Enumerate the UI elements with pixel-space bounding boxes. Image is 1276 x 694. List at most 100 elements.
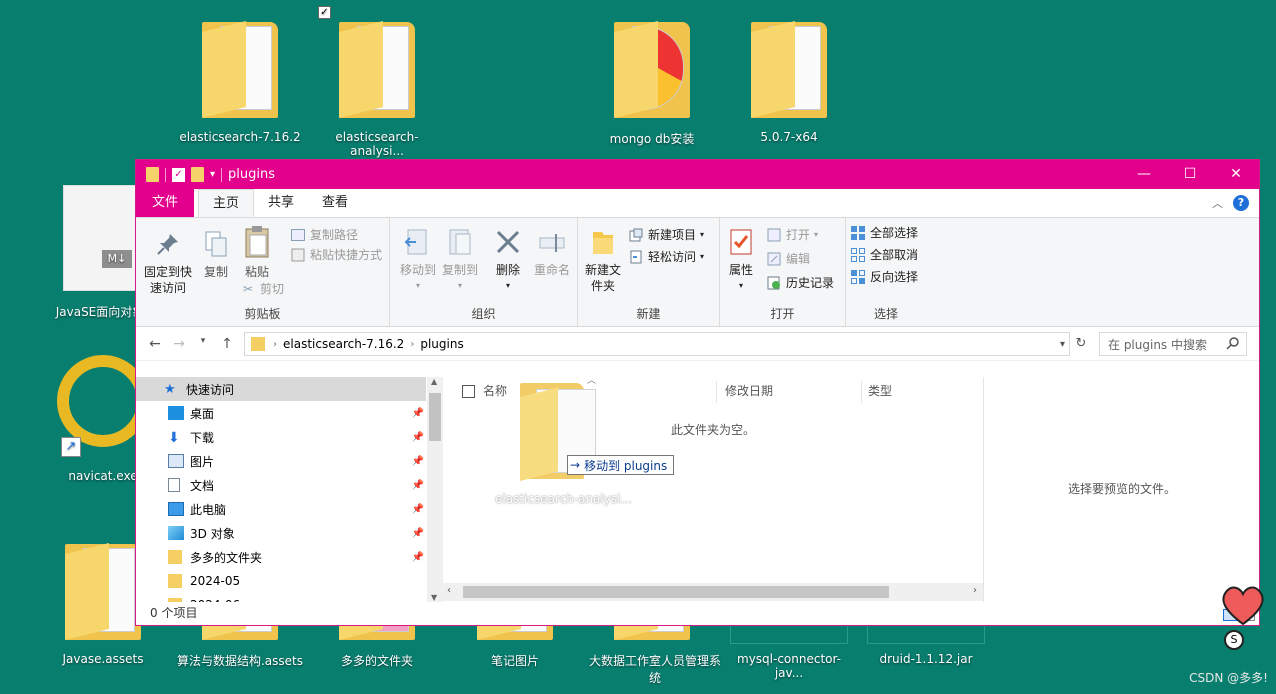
column-header-name[interactable]: 名称 <box>483 377 507 403</box>
move-to-button[interactable]: 移动到 ▾ <box>396 226 440 294</box>
select-none-button[interactable]: 全部取消 <box>850 246 918 263</box>
easy-access-button[interactable]: 轻松访问 ▾ <box>628 248 704 265</box>
properties-icon[interactable]: ✓ <box>172 167 185 182</box>
select-all-checkbox[interactable] <box>462 385 475 398</box>
scroll-left-icon[interactable]: ‹ <box>447 585 451 596</box>
properties-label: 属性 <box>728 263 753 277</box>
column-header-type[interactable]: 类型 <box>868 377 892 403</box>
desktop-folder-mongodb[interactable]: mongo db安装 <box>587 18 717 147</box>
paste-button[interactable]: 粘贴 <box>238 224 276 280</box>
nav-item-2024-05[interactable]: 2024-05 <box>136 569 426 593</box>
rename-label: 重命名 <box>533 263 570 277</box>
scroll-right-icon[interactable]: › <box>973 585 977 596</box>
open-button[interactable]: 打开 ▾ <box>766 226 818 243</box>
forward-arrow-icon[interactable]: → <box>170 336 188 352</box>
nav-item-pictures[interactable]: 图片 📌 <box>136 449 426 473</box>
collapse-ribbon-icon[interactable]: ︿ <box>1212 195 1223 211</box>
cut-button[interactable]: ✂ 剪切 <box>240 280 284 297</box>
new-folder-button[interactable]: 新建文件夹 <box>582 226 624 294</box>
open-icon <box>766 227 782 243</box>
scrollbar-thumb[interactable] <box>463 586 889 598</box>
folder-icon <box>251 337 265 351</box>
breadcrumb-item[interactable]: elasticsearch-7.16.2 <box>283 337 404 351</box>
new-item-icon <box>628 227 644 243</box>
download-icon: ⬇ <box>168 430 180 446</box>
nav-item-this-pc[interactable]: 此电脑 📌 <box>136 497 426 521</box>
chevron-down-icon[interactable]: ▾ <box>210 169 215 180</box>
search-input[interactable]: 在 plugins 中搜索 <box>1099 332 1247 356</box>
select-all-button[interactable]: 全部选择 <box>850 224 918 241</box>
nav-pane-scrollbar[interactable]: ▲ ▼ <box>427 377 443 602</box>
chevron-down-icon[interactable]: ▾ <box>1060 339 1065 350</box>
desktop-icon-label: JavaSE面向对象 <box>55 305 145 319</box>
delete-label: 删除 <box>495 263 520 277</box>
up-arrow-icon[interactable]: ↑ <box>218 336 236 352</box>
chevron-right-icon[interactable]: › <box>410 339 414 350</box>
help-icon[interactable]: ? <box>1233 195 1249 211</box>
desktop-icon-label: 大数据工作室人员管理系统 <box>588 654 721 685</box>
column-header-modified[interactable]: 修改日期 <box>725 377 773 403</box>
new-folder-icon <box>587 226 619 258</box>
delete-icon <box>492 226 524 258</box>
back-arrow-icon[interactable]: ← <box>146 336 164 352</box>
desktop-folder-5-0-7-x64[interactable]: 5.0.7-x64 <box>724 18 854 144</box>
scroll-up-icon[interactable]: ▲ <box>431 377 437 386</box>
ribbon-group-new: 新建文件夹 新建项目 ▾ 轻松访问 ▾ 新建 <box>578 218 720 326</box>
rename-icon <box>536 226 568 258</box>
nav-item-label: 下载 <box>190 430 215 445</box>
rename-button[interactable]: 重命名 <box>530 226 574 278</box>
desktop-icon-label: elasticsearch-analysi... <box>335 130 419 158</box>
chevron-right-icon[interactable]: › <box>273 339 277 350</box>
selection-checkbox-icon[interactable]: ✓ <box>318 6 331 19</box>
group-label-clipboard: 剪贴板 <box>244 307 281 321</box>
new-item-button[interactable]: 新建项目 ▾ <box>628 226 704 243</box>
scrollbar-thumb[interactable] <box>429 393 441 441</box>
address-bar[interactable]: › elasticsearch-7.16.2 › plugins ▾ <box>244 332 1070 356</box>
folder-icon <box>168 598 182 602</box>
arrow-right-icon: → <box>570 458 581 472</box>
edit-button[interactable]: 编辑 <box>766 250 810 267</box>
desktop-icon-label: 算法与数据结构.assets <box>176 654 303 668</box>
nav-item-duoduo-folder[interactable]: 多多的文件夹 📌 <box>136 545 426 569</box>
invert-selection-button[interactable]: 反向选择 <box>850 268 918 285</box>
new-folder-icon[interactable] <box>191 167 204 182</box>
copy-path-button[interactable]: 复制路径 <box>290 226 358 243</box>
tab-view[interactable]: 查看 <box>308 189 362 217</box>
paste-shortcut-icon <box>290 247 306 263</box>
properties-button[interactable]: 属性 ▾ <box>724 226 758 294</box>
history-label: 历史记录 <box>786 276 835 290</box>
delete-button[interactable]: 删除 ▾ <box>488 226 528 294</box>
pin-icon <box>152 228 184 260</box>
title-bar[interactable]: ✓ ▾ plugins — ☐ ✕ <box>136 160 1259 189</box>
desktop-folder-elasticsearch[interactable]: elasticsearch-7.16.2 <box>175 18 305 144</box>
pin-label: 固定到快速访问 <box>144 265 193 295</box>
nav-item-documents[interactable]: 文档 📌 <box>136 473 426 497</box>
nav-item-label: 2024-05 <box>190 574 241 588</box>
close-button[interactable]: ✕ <box>1213 160 1259 189</box>
tab-file[interactable]: 文件 <box>136 189 195 217</box>
breadcrumb-item[interactable]: plugins <box>420 337 463 351</box>
nav-item-2024-06[interactable]: 2024-06 <box>136 593 426 602</box>
horizontal-scrollbar[interactable]: ‹ › <box>443 583 983 601</box>
tab-home[interactable]: 主页 <box>198 189 255 217</box>
tab-share[interactable]: 共享 <box>254 189 308 217</box>
paste-shortcut-button[interactable]: 粘贴快捷方式 <box>290 246 382 263</box>
nav-item-3d-objects[interactable]: 3D 对象 📌 <box>136 521 426 545</box>
minimize-button[interactable]: — <box>1121 160 1167 189</box>
history-button[interactable]: 历史记录 <box>766 274 834 291</box>
desktop-folder-elasticsearch-analysis[interactable]: ✓ elasticsearch-analysi... <box>312 6 442 158</box>
folder-icon <box>65 540 141 644</box>
recent-locations-icon[interactable]: ▾ <box>194 336 212 352</box>
pin-quick-access-button[interactable]: 固定到快速访问 <box>142 228 194 296</box>
copy-to-button[interactable]: 复制到 ▾ <box>438 226 482 294</box>
edit-icon <box>766 251 782 267</box>
nav-item-downloads[interactable]: ⬇ 下载 📌 <box>136 425 426 449</box>
copy-button[interactable]: 复制 <box>198 228 234 280</box>
properties-icon <box>725 226 757 258</box>
nav-item-label: 桌面 <box>190 406 215 421</box>
scroll-down-icon[interactable]: ▼ <box>431 593 437 602</box>
nav-item-quick-access[interactable]: ★ 快速访问 <box>136 377 426 401</box>
maximize-button[interactable]: ☐ <box>1167 160 1213 189</box>
nav-item-desktop[interactable]: 桌面 📌 <box>136 401 426 425</box>
refresh-icon[interactable]: ↻ <box>1072 332 1090 356</box>
